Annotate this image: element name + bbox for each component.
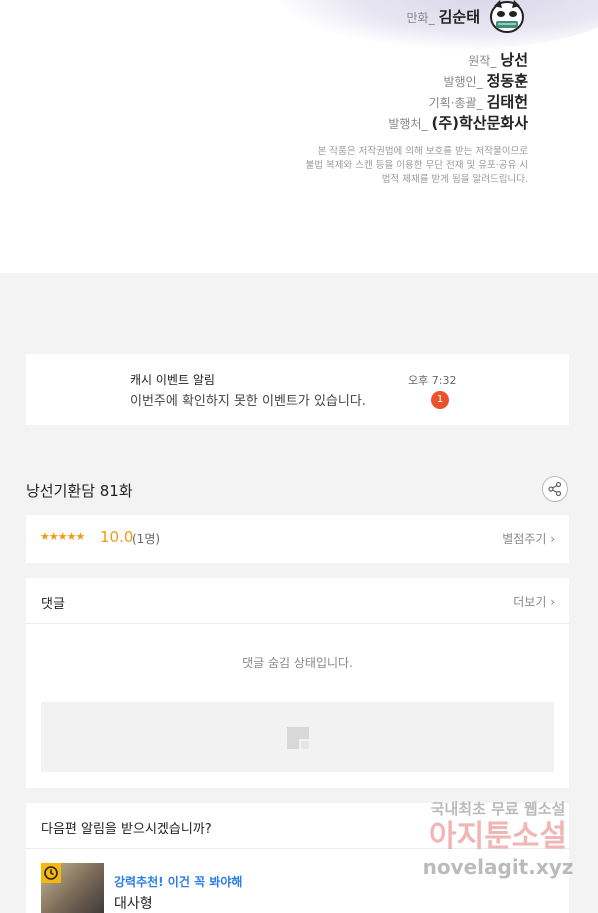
credit-role: 원작_ [468,54,497,68]
recommend-label[interactable]: 강력추천! 이건 꼭 봐야해 [114,873,242,890]
recommend-title[interactable]: 대사형 [114,893,153,913]
copyright-line: 불법 복제와 스캔 등을 이용한 무단 전재 및 유포·공유 시 [305,160,528,171]
rating-score: 10.0 [100,528,134,546]
notice-title: 캐시 이벤트 알림 [130,373,215,387]
next-alert-title: 다음편 알림을 받으시겠습니까? [41,822,212,837]
credit-role: 발행인_ [443,75,483,89]
rate-button[interactable]: 별점주기 › [502,530,555,547]
credit-art: 만화_ 김순태 [407,6,481,27]
comments-hidden-message: 댓글 숨김 상태입니다. [242,656,353,670]
credit-publisher: 발행인_ 정동훈 [443,70,528,91]
copyright-notice: 본 작품은 저작권법에 의해 보호를 받는 저작물이므로 불법 복제와 스캔 등… [268,145,528,187]
credit-name: 김순태 [438,8,480,26]
credit-role: 발행처_ [388,117,428,131]
credit-original: 원작_ 낭선 [468,49,528,70]
credit-role: 만화_ [406,11,435,25]
credit-name: (주)학산문화사 [431,114,528,132]
copyright-line: 본 작품은 저작권법에 의해 보호를 받는 저작물이므로 [317,146,528,157]
share-icon [548,481,562,497]
notice-time: 오후 7:32 [408,374,457,387]
credit-company: 발행처_ (주)학산문화사 [388,112,528,133]
share-button[interactable] [542,476,568,502]
clock-icon [44,866,58,880]
notice-count-badge: 1 [431,391,449,409]
credit-name: 김태헌 [486,93,528,111]
episode-title: 낭선기환담 81화 [26,482,133,500]
credit-name: 낭선 [500,51,528,69]
credit-planning: 기획·총괄_ 김태헌 [429,91,528,112]
star-rating-icon: ★★★★★ [40,530,85,543]
notice-message: 이번주에 확인하지 못한 이벤트가 있습니다. [130,394,366,409]
copyright-line: 법적 제재를 받게 됨을 알려드립니다. [381,174,528,185]
next-alert-header: 다음편 알림을 받으시겠습니까? [26,803,569,849]
image-placeholder-icon [287,727,309,749]
comments-header: 댓글 더보기 › [26,578,569,624]
author-emblem-icon [490,0,524,33]
next-episode-alert: 다음편 알림을 받으시겠습니까? 강력추천! 이건 꼭 봐야해 대사형 [26,803,569,913]
credits-section: 만화_ 김순태 원작_ 낭선 발행인_ 정동훈 기획·총괄_ 김태헌 발행처_ (주)학산… [0,0,598,273]
rating-bar: ★★★★★ 10.0 (1명) 별점주기 › [26,515,569,563]
credit-name: 정동훈 [486,72,528,90]
ad-placeholder[interactable] [41,702,554,772]
comments-title: 댓글 [41,597,65,612]
comments-section: 댓글 더보기 › 댓글 숨김 상태입니다. [26,578,569,788]
comments-more-link[interactable]: 더보기 › [513,593,555,610]
credit-role: 기획·총괄_ [428,96,483,110]
rating-count: (1명) [132,532,161,546]
clock-badge [41,863,61,883]
cash-event-notice[interactable]: 캐시 이벤트 알림 이번주에 확인하지 못한 이벤트가 있습니다. 오후 7:3… [26,354,569,425]
